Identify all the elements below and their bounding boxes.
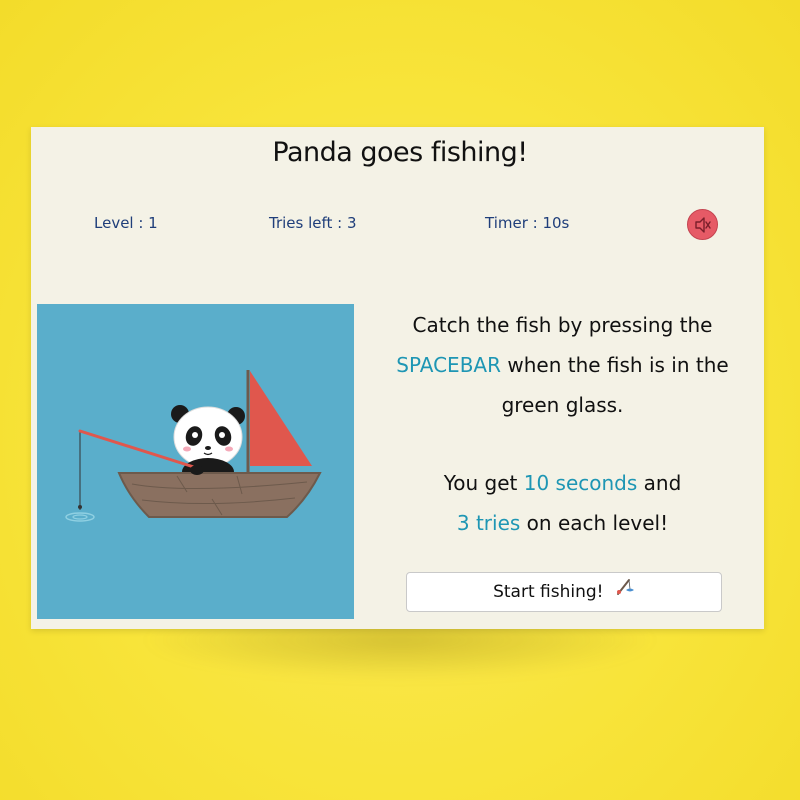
water-ripple — [65, 512, 95, 522]
tries-left-indicator: Tries left : 3 — [269, 214, 357, 232]
speaker-muted-icon — [695, 217, 711, 233]
panda-paw — [190, 465, 204, 475]
level-indicator: Level : 1 — [94, 214, 158, 232]
spacebar-key-label: SPACEBAR — [396, 353, 501, 377]
boat-sail — [250, 371, 312, 466]
water-ripple-inner — [72, 514, 88, 520]
instruction-line-3: green glass. — [501, 393, 624, 417]
mute-button[interactable] — [687, 209, 718, 240]
fishing-hook — [78, 505, 82, 509]
game-title: Panda goes fishing! — [272, 137, 528, 168]
fishing-scene — [37, 304, 354, 619]
tries-limit-value: 3 tries — [456, 511, 521, 535]
panda-boat-illustration — [65, 370, 322, 522]
start-fishing-label: Start fishing! — [493, 582, 604, 602]
instruction-line-2: when the fish is in the — [501, 353, 729, 377]
instructions: Catch the fish by pressing the SPACEBAR … — [360, 305, 765, 543]
time-limit-prefix: You get — [443, 471, 524, 495]
timer-indicator: Timer : 10s — [485, 214, 570, 232]
time-limit-suffix: and — [637, 471, 682, 495]
instruction-line-1: Catch the fish by pressing the — [412, 313, 713, 337]
fishing-rod-icon — [615, 573, 635, 611]
tries-limit-suffix: on each level! — [520, 511, 669, 535]
start-fishing-button[interactable]: Start fishing! — [406, 572, 722, 612]
time-limit-value: 10 seconds — [523, 471, 638, 495]
